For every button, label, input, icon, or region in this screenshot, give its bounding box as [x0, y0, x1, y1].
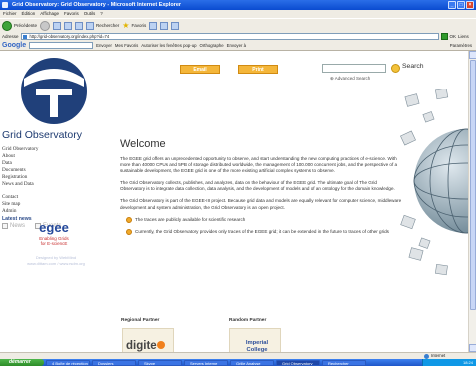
scroll-up-button[interactable] [469, 51, 476, 59]
stop-button[interactable] [53, 21, 62, 30]
back-button[interactable]: Précédente [2, 20, 37, 31]
send-to[interactable]: Envoyer à [227, 43, 246, 48]
google-search-button[interactable]: Envoyer [96, 43, 112, 48]
menu-edit[interactable]: Édition [22, 10, 36, 18]
sidebar-item-about[interactable]: About [2, 153, 112, 160]
intro-paragraph: The EGEE grid offers an unprecedented op… [120, 156, 398, 174]
regional-partner-title: Regional Partner [121, 318, 160, 323]
news-icon [2, 223, 8, 229]
home-button[interactable] [75, 21, 84, 30]
ie-icon [2, 2, 8, 8]
favorites-button[interactable]: ★ Favoris [122, 20, 146, 30]
digiteo-o-icon [156, 341, 165, 349]
taskbar-item[interactable]: Grille Analyse [230, 359, 274, 366]
taskbar-item[interactable]: Servers Interne [184, 359, 228, 366]
status-bar: Internet [0, 352, 476, 359]
address-label: Adresse [2, 34, 19, 39]
system-tray-clock: 18:24 [422, 359, 476, 366]
google-toolbar: Google Envoyer Mes Favoris Autoriser les… [0, 41, 476, 51]
site-title: Grid Observatory [2, 129, 82, 141]
popup-blocker[interactable]: Autoriser les fenêtres pop-up [141, 43, 196, 48]
google-search-input[interactable] [29, 42, 94, 49]
google-settings[interactable]: Paramètres [450, 43, 476, 48]
search-button[interactable]: Rechercher [86, 21, 119, 30]
sidebar-item-documents[interactable]: Documents [2, 167, 112, 174]
goal-paragraph: The Grid Observatory collects, publishes… [120, 180, 395, 192]
sidebar-item-site-map[interactable]: Site map [2, 201, 112, 208]
header-actions: Email Print [180, 65, 278, 74]
go-button[interactable] [440, 33, 448, 40]
menu-help[interactable]: ? [100, 10, 103, 18]
egee-logo[interactable]: egee Enabling Grids for E-sciencE [28, 221, 80, 253]
list-item: Currently, the Grid Observatory provides… [126, 228, 402, 235]
taskbar: démarrer 4 Boîte de réception Dossiers S… [0, 359, 476, 366]
sidebar-item-data[interactable]: Data [2, 160, 112, 167]
forward-button[interactable] [40, 20, 51, 31]
site-search-input[interactable] [322, 64, 386, 73]
taskbar-item[interactable]: Grid Observatory [276, 359, 320, 366]
menu-file[interactable]: Fichier [3, 10, 17, 18]
star-icon: ★ [122, 20, 130, 30]
sidebar-item-admin[interactable]: Admin [2, 208, 112, 215]
address-bar: Adresse http://grid-observatory.org/inde… [0, 32, 476, 41]
designed-by-credit: Designed by WebMind www.dittam.com / www… [27, 255, 85, 266]
browser-toolbar: Précédente Rechercher ★ Favoris [0, 18, 476, 32]
taskbar-item[interactable]: Dossiers [92, 359, 136, 366]
advanced-search-link[interactable]: ⊕ Advanced Search [330, 76, 370, 82]
mail-button[interactable] [160, 21, 169, 30]
taskbar-item[interactable]: Rechercher [322, 359, 366, 366]
sidebar-item-news-and-data[interactable]: News and Data [2, 181, 112, 188]
grid-observatory-logo [21, 58, 87, 124]
print-button[interactable]: Print [238, 65, 278, 74]
url-field[interactable]: http://grid-observatory.org/index.php?id… [20, 33, 439, 40]
search-icon [86, 21, 95, 30]
taskbar-item[interactable]: Skype [138, 359, 182, 366]
page-title: Welcome [120, 138, 166, 150]
go-label: OK [449, 34, 457, 39]
links-label[interactable]: Liens [458, 34, 469, 39]
minimize-button[interactable]: _ [448, 1, 456, 9]
project-paragraph: The Grid Observatory is part of the EGEE… [120, 198, 402, 210]
bullet-icon [126, 216, 132, 223]
history-button[interactable] [149, 21, 158, 30]
page-content: Grid Observatory Grid Observatory About … [0, 51, 468, 366]
back-arrow-icon [2, 20, 12, 31]
news-link[interactable]: News [2, 223, 25, 229]
scroll-down-button[interactable] [469, 344, 476, 352]
sidebar-item-registration[interactable]: Registration [2, 174, 112, 181]
search-label[interactable]: Search [402, 63, 424, 70]
menu-view[interactable]: Affichage [40, 10, 59, 18]
taskbar-item[interactable]: 4 Boîte de réception [46, 359, 90, 366]
refresh-button[interactable] [64, 21, 73, 30]
menu-tools[interactable]: Outils [84, 10, 96, 18]
start-button[interactable]: démarrer [0, 359, 44, 366]
internet-zone-icon [424, 353, 429, 359]
close-button[interactable]: × [466, 1, 474, 9]
sidebar-item-grid-observatory[interactable]: Grid Observatory [2, 146, 112, 153]
globe-decoration-icon [400, 89, 468, 276]
bullet-icon [126, 228, 132, 235]
spell-check[interactable]: Orthographe [199, 43, 223, 48]
scroll-thumb[interactable] [470, 60, 476, 310]
window-title-bar: Grid Observatory: Grid Observatory - Mic… [0, 0, 476, 10]
random-partner-title: Random Partner [229, 318, 267, 323]
email-button[interactable]: Email [180, 65, 220, 74]
sidebar-nav: Grid Observatory About Data Documents Re… [2, 146, 112, 229]
google-logo: Google [2, 42, 27, 49]
window-controls: _ □ × [448, 1, 474, 9]
page-icon [22, 35, 27, 39]
sidebar-item-contact[interactable]: Contact [2, 194, 112, 201]
list-item: The traces are publicly available for sc… [126, 216, 402, 223]
maximize-button[interactable]: □ [457, 1, 465, 9]
menu-favorites[interactable]: Favoris [64, 10, 79, 18]
window-title: Grid Observatory: Grid Observatory - Mic… [12, 2, 182, 8]
vertical-scrollbar[interactable] [468, 51, 476, 352]
welcome-content: The EGEE grid offers an unprecedented op… [120, 156, 402, 241]
search-icon[interactable] [391, 64, 400, 73]
google-favorites[interactable]: Mes Favoris [115, 43, 138, 48]
menu-bar: Fichier Édition Affichage Favoris Outils… [0, 10, 476, 18]
digiteo-logo-text: digite [126, 340, 157, 352]
print-toolbar-button[interactable] [171, 21, 180, 30]
